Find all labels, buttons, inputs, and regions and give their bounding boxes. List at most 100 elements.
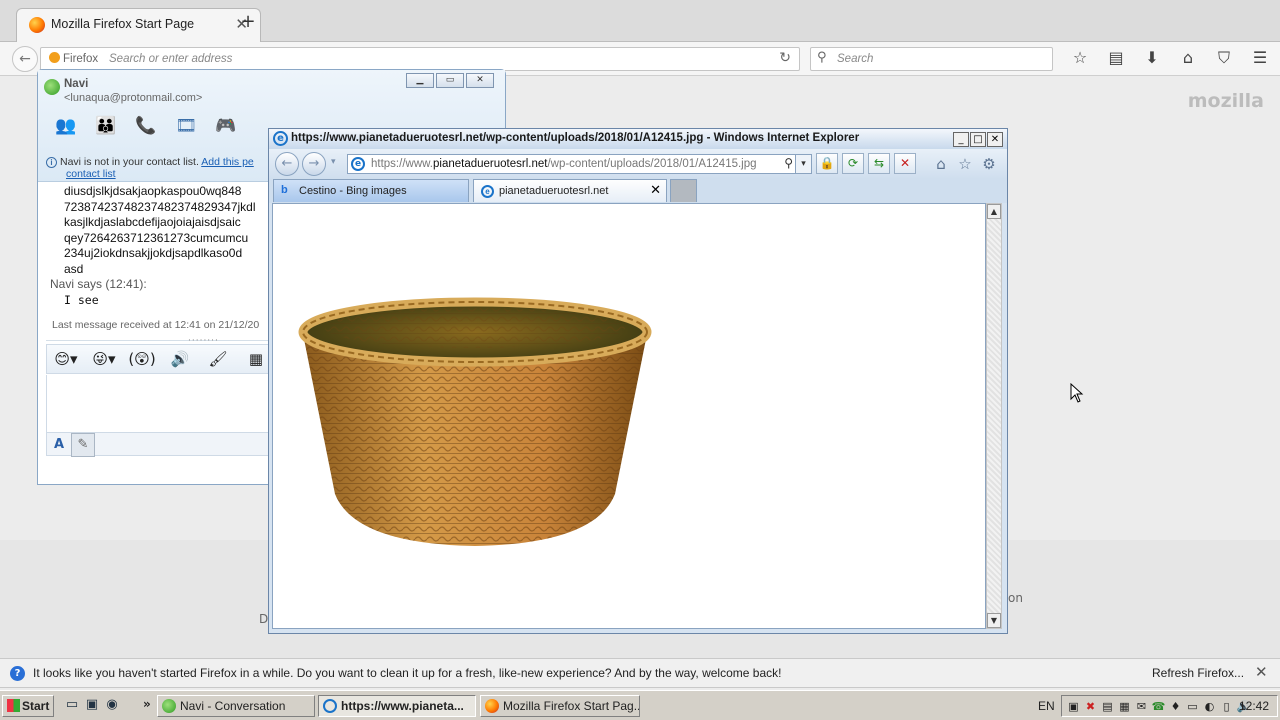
hamburger-menu-icon[interactable]: ☰ (1242, 48, 1278, 67)
quick-launch: ▭ ▣ ◉ (62, 697, 122, 712)
ie-page-icon: e (481, 185, 494, 198)
message-line: diusdjslkjdsakjaopkaspou0wq848 (64, 184, 242, 198)
address-search-icon[interactable]: ⚲ (784, 156, 793, 170)
home-icon[interactable]: ⌂ (1170, 48, 1206, 67)
reply-message: I see (64, 292, 99, 307)
mail-icon[interactable]: ✉ (1134, 700, 1149, 714)
tray-app-icon[interactable]: ▤ (1100, 700, 1115, 714)
wicker-basket-image (298, 297, 652, 546)
contact-list-link[interactable]: contact list (66, 168, 276, 180)
ie-back-button[interactable]: ← (275, 152, 299, 176)
home-icon[interactable]: ⌂ (929, 155, 953, 173)
tray-app-icon[interactable]: ◐ (1202, 700, 1217, 714)
antivirus-icon[interactable]: ✖ (1083, 700, 1098, 714)
stop-icon[interactable]: ✕ (894, 153, 916, 174)
address-dropdown-icon[interactable]: ▾ (795, 155, 811, 173)
downloads-icon[interactable]: ⬇ (1134, 48, 1170, 67)
ie-title-bar[interactable]: e https://www.pianetadueruotesrl.net/wp-… (269, 129, 1007, 149)
contact-email: <lunaqua@protonmail.com> (64, 92, 203, 104)
taskbar-button-ie[interactable]: https://www.pianeta... (318, 695, 476, 717)
gear-icon[interactable]: ⚙ (977, 155, 1001, 173)
minimize-icon[interactable]: ▁ (406, 73, 434, 88)
ie-address-bar[interactable]: e https://www.pianetadueruotesrl.net/wp-… (347, 154, 812, 174)
conversation-history[interactable]: diusdjslkjdsakjaopkaspou0wq848 723874237… (50, 184, 272, 308)
start-label: Start (22, 699, 50, 713)
refresh-firefox-button[interactable]: Refresh Firefox... (1152, 666, 1244, 680)
invite-contact-icon[interactable]: 👥 (46, 116, 86, 140)
maximize-icon[interactable]: ▭ (436, 73, 464, 88)
identity-box[interactable]: Firefox (49, 52, 98, 65)
tray-app-icon[interactable]: ▦ (1117, 700, 1132, 714)
search-icon: ⚲ (817, 50, 827, 65)
back-button[interactable]: ← (12, 46, 38, 72)
tray-app-icon[interactable]: ♦ (1168, 700, 1183, 714)
taskbar-button-firefox[interactable]: Mozilla Firefox Start Pag... (480, 695, 640, 717)
wink-icon[interactable]: 😜▾ (85, 345, 123, 373)
taskbar-button-navi-conversation[interactable]: Navi - Conversation (157, 695, 315, 717)
not-in-contact-list-notice: i Navi is not in your contact list. Add t… (46, 156, 276, 180)
new-tab-button[interactable]: + (238, 12, 258, 32)
close-icon[interactable]: ✕ (987, 132, 1003, 147)
network-icon[interactable]: ▣ (1066, 700, 1081, 714)
language-indicator[interactable]: EN (1038, 699, 1055, 713)
ie-forward-button[interactable]: → (302, 152, 326, 176)
explorer-icon[interactable]: ▣ (82, 697, 102, 712)
games-icon[interactable]: 🎮 (206, 116, 246, 140)
minimize-icon[interactable]: _ (953, 132, 969, 147)
pocket-icon[interactable]: ⛉ (1206, 48, 1242, 68)
last-message-timestamp: Last message received at 12:41 on 21/12/… (52, 319, 260, 331)
font-icon[interactable]: A (47, 434, 71, 456)
firefox-tab-start-page[interactable]: Mozilla Firefox Start Page ✕ (16, 8, 261, 42)
windows-flag-icon (7, 699, 20, 712)
close-tab-icon[interactable]: ✕ (650, 182, 661, 198)
background-icon[interactable]: 🖌 (199, 345, 237, 373)
tray-app-icon[interactable]: ▭ (1185, 700, 1200, 714)
voice-clip-icon[interactable]: 🔊 (161, 345, 199, 373)
video-icon[interactable]: 🎞 (166, 116, 206, 140)
scroll-up-icon[interactable]: ▲ (987, 204, 1001, 219)
firefox-quicklaunch-icon[interactable]: ◉ (102, 697, 122, 712)
mozilla-wordmark: mozilla (1187, 90, 1264, 112)
show-desktop-icon[interactable]: ▭ (62, 697, 82, 712)
quick-launch-more-icon[interactable]: » (143, 697, 151, 711)
reload-icon[interactable]: ↻ (779, 50, 791, 66)
bookmarks-menu-icon[interactable]: ▤ (1098, 48, 1134, 67)
content-fragment-left: D (259, 612, 269, 626)
security-lock-icon[interactable]: 🔒 (816, 153, 838, 174)
scroll-down-icon[interactable]: ▼ (987, 613, 1001, 628)
contacts-icon[interactable]: 👪 (86, 116, 126, 140)
maximize-icon[interactable]: □ (970, 132, 986, 147)
contact-name: Navi (64, 78, 89, 90)
tray-app-icon[interactable]: ▯ (1219, 700, 1234, 714)
tab-label: Cestino - Bing images (299, 185, 407, 197)
url-bar[interactable]: Firefox Search or enter address ↻ (40, 47, 800, 71)
refresh-icon[interactable]: ⇆ (868, 153, 890, 174)
ie-tab-pianetadueruote[interactable]: e pianetadueruotesrl.net ✕ (473, 179, 667, 202)
compatibility-icon[interactable]: ⟳ (842, 153, 864, 174)
ie-window-title: https://www.pianetadueruotesrl.net/wp-co… (291, 132, 860, 144)
search-input[interactable]: ⚲ Search (810, 47, 1053, 71)
clock[interactable]: 12:42 (1239, 699, 1269, 713)
ie-new-tab-button[interactable] (670, 179, 697, 202)
address-domain: pianetadueruotesrl.net (433, 158, 548, 170)
handwriting-icon[interactable]: ✎ (71, 433, 95, 457)
question-icon: ? (10, 666, 25, 681)
close-icon[interactable]: ✕ (466, 73, 494, 88)
ie-tab-bing-images[interactable]: b Cestino - Bing images (273, 179, 469, 202)
ie-vertical-scrollbar[interactable]: ▲ ▼ (986, 203, 1002, 629)
bookmark-star-icon[interactable]: ☆ (1062, 48, 1098, 67)
buddy-status-icon (44, 79, 60, 95)
call-icon[interactable]: 📞 (126, 116, 166, 140)
firefox-toolbar: ☆ ▤ ⬇ ⌂ ⛉ ☰ (1062, 48, 1278, 68)
phone-icon[interactable]: ☎ (1151, 700, 1166, 714)
firefox-refresh-notification: ? It looks like you haven't started Fire… (0, 658, 1280, 688)
ie-command-icons: ⌂ ☆ ⚙ (929, 155, 1001, 173)
nudge-icon[interactable]: (😲) (123, 345, 161, 373)
favorites-star-icon[interactable]: ☆ (953, 155, 977, 173)
emoticon-icon[interactable]: 😊▾ (47, 345, 85, 373)
close-notification-icon[interactable]: ✕ (1255, 663, 1268, 681)
firefox-tab-title: Mozilla Firefox Start Page (51, 17, 195, 31)
history-dropdown-icon[interactable]: ▾ (331, 157, 336, 167)
start-button[interactable]: Start (2, 695, 54, 717)
add-contact-link[interactable]: Add this pe (201, 156, 254, 168)
